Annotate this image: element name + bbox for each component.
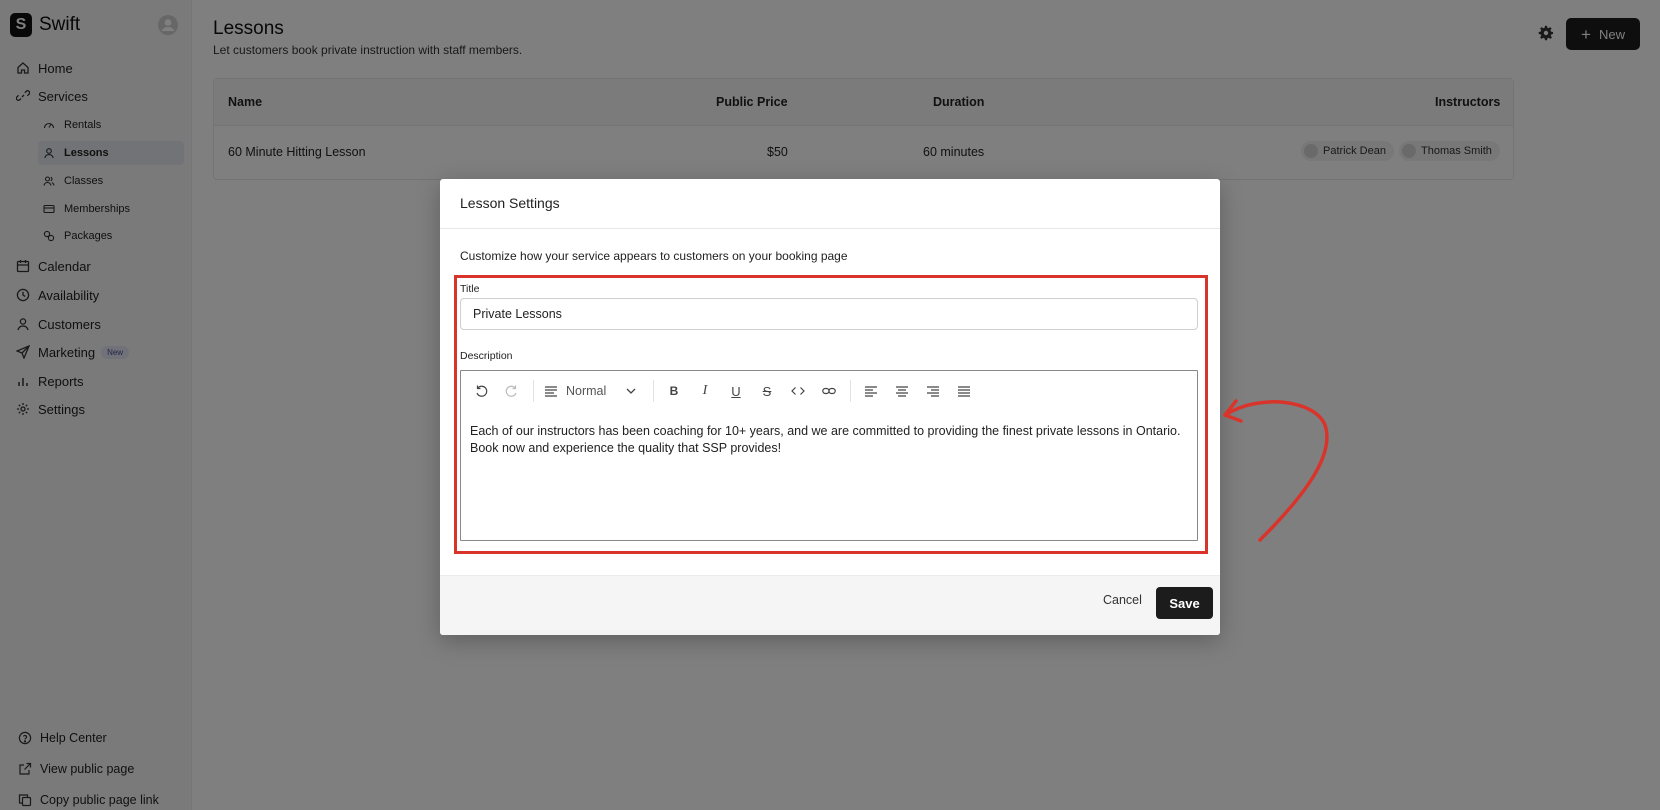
modal-description: Customize how your service appears to cu… xyxy=(460,249,848,263)
annotation-arrow xyxy=(1223,399,1329,542)
cancel-button[interactable]: Cancel xyxy=(1103,593,1142,607)
annotation-highlight-box xyxy=(454,275,1208,554)
modal-header: Lesson Settings xyxy=(440,179,1220,229)
modal-title: Lesson Settings xyxy=(460,195,560,211)
save-button[interactable]: Save xyxy=(1156,587,1213,619)
modal-footer: Cancel Save xyxy=(440,575,1220,635)
